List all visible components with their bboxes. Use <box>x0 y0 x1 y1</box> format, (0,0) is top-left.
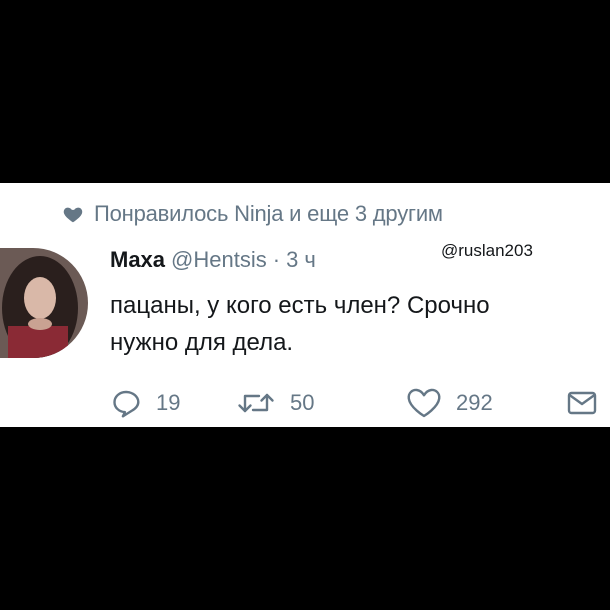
user-handle[interactable]: @Hentsis <box>171 247 267 273</box>
tweet-card[interactable]: Понравилось Ninja и еще 3 другим Maxa @H… <box>0 183 610 427</box>
retweet-icon <box>238 393 274 413</box>
tweet-text-line: пацаны, у кого есть член? Срочно <box>110 292 490 319</box>
retweet-count: 50 <box>290 390 315 415</box>
tweet-text-line: нужно для дела. <box>110 329 294 356</box>
display-name[interactable]: Maxa <box>110 247 165 273</box>
social-context: Понравилось Ninja и еще 3 другим <box>62 201 443 227</box>
heart-icon <box>63 207 83 223</box>
timestamp[interactable]: 3 ч <box>286 247 316 273</box>
action-bar: 19 50 292 <box>110 387 610 423</box>
social-context-text: Понравилось Ninja и еще 3 другим <box>94 201 443 226</box>
like-count: 292 <box>456 390 493 415</box>
separator-dot: · <box>272 247 281 272</box>
dm-button[interactable] <box>566 387 598 419</box>
watermark: @ruslan203 <box>441 241 533 260</box>
envelope-icon <box>567 391 597 415</box>
retweet-button[interactable]: 50 <box>236 387 314 419</box>
avatar[interactable] <box>0 248 88 358</box>
reply-button[interactable]: 19 <box>110 387 180 419</box>
like-button[interactable]: 292 <box>406 387 493 419</box>
heart-icon <box>407 388 441 418</box>
tweet-header: Maxa @Hentsis · 3 ч <box>110 247 316 273</box>
avatar-photo <box>0 248 88 358</box>
image-frame: Понравилось Ninja и еще 3 другим Maxa @H… <box>0 0 610 610</box>
tweet-text: пацаны, у кого есть член? Срочно нужно д… <box>110 287 610 361</box>
reply-count: 19 <box>156 390 181 415</box>
reply-icon <box>113 390 140 418</box>
